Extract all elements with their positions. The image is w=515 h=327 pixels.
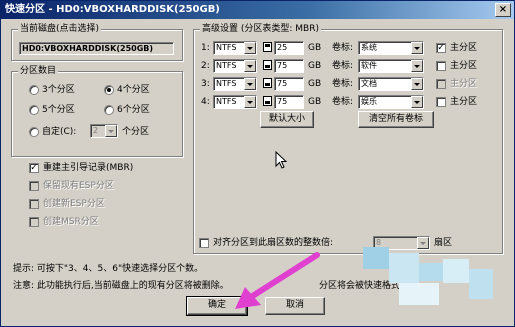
- row-4-primary-label: 主分区: [450, 97, 478, 107]
- row-1-primary-checkbox[interactable]: ✓: [436, 43, 446, 53]
- row-3-label-caption: 卷标:: [332, 79, 354, 89]
- annotation-arrow-icon: [231, 251, 321, 311]
- rebuild-mbr-checkbox[interactable]: ✓: [29, 163, 39, 173]
- radio-custom[interactable]: [29, 127, 39, 137]
- keep-esp-label: 保留现有ESP分区: [43, 181, 114, 191]
- row-1-label-caption: 卷标:: [332, 43, 354, 53]
- disk-size-icon: [263, 96, 272, 106]
- tip-text: 提示: 可按下"3、4、5、6"快速选择分区个数。: [13, 264, 204, 274]
- custom-count-suffix: 个分区: [122, 127, 150, 137]
- custom-count-select[interactable]: 2: [90, 124, 118, 138]
- row-1-filesystem-select[interactable]: NTFS: [213, 41, 257, 55]
- chevron-down-icon: [244, 96, 256, 108]
- create-esp-checkbox[interactable]: [29, 199, 39, 209]
- align-partitions-label: 对齐分区到此扇区数的整数倍:: [213, 238, 334, 248]
- title-bar: 快速分区 - HD0:VBOXHARDDISK(250GB) ×: [1, 1, 514, 19]
- blurred-region: [443, 259, 469, 283]
- chevron-down-icon: [411, 42, 423, 54]
- window-title: 快速分区 - HD0:VBOXHARDDISK(250GB): [5, 4, 220, 15]
- chevron-down-icon: [411, 60, 423, 72]
- row-4-filesystem-select[interactable]: NTFS: [213, 95, 257, 109]
- row-3-filesystem-select[interactable]: NTFS: [213, 77, 257, 91]
- row-1-volume-label-select[interactable]: 系统: [358, 41, 424, 55]
- row-3-volume-label-select[interactable]: 文档: [358, 77, 424, 91]
- radio-6-partitions[interactable]: [104, 105, 114, 115]
- clear-all-labels-button[interactable]: 清空所有卷标: [358, 111, 434, 128]
- row-3-size-unit: GB: [308, 79, 322, 89]
- chevron-down-icon: [417, 237, 429, 249]
- disk-size-icon: [263, 78, 272, 88]
- radio-3-partitions[interactable]: [29, 85, 39, 95]
- row-4-label-caption: 卷标:: [332, 97, 354, 107]
- radio-6-partitions-label: 6个分区: [117, 105, 150, 115]
- row-1-primary-label: 主分区: [450, 43, 478, 53]
- chevron-down-icon: [411, 78, 423, 90]
- row-2-primary-label: 主分区: [450, 61, 478, 71]
- row-3-primary-checkbox[interactable]: [436, 79, 446, 89]
- row-3-size-input[interactable]: 75: [274, 77, 304, 91]
- row-4-size-input[interactable]: 75: [274, 95, 304, 109]
- advanced-settings-legend: 高级设置 (分区表类型: MBR): [200, 23, 321, 35]
- row-4-index: 4:: [201, 97, 210, 107]
- row-4-volume-label-select[interactable]: 娱乐: [358, 95, 424, 109]
- row-4-primary-checkbox[interactable]: [436, 97, 446, 107]
- radio-5-partitions[interactable]: [29, 105, 39, 115]
- row-3-index: 3:: [201, 79, 210, 89]
- create-esp-label: 创建新ESP分区: [43, 199, 105, 209]
- warning-text: 注意: 此功能执行后,当前磁盘上的现有分区将被删除。: [13, 281, 229, 291]
- mouse-cursor-icon: [275, 150, 289, 171]
- blurred-region: [399, 283, 439, 305]
- current-disk-legend: 当前磁盘(点击选择): [18, 23, 102, 35]
- partition-count-legend: 分区数目: [18, 65, 59, 77]
- keep-esp-checkbox[interactable]: [29, 181, 39, 191]
- blurred-region: [389, 253, 419, 283]
- rebuild-mbr-label: 重建主引导记录(MBR): [43, 163, 134, 173]
- current-disk-field[interactable]: HD0:VBOXHARDDISK(250GB): [19, 42, 174, 55]
- close-button[interactable]: ×: [495, 3, 511, 17]
- disk-size-icon: [263, 60, 272, 70]
- radio-4-partitions[interactable]: [104, 85, 114, 95]
- radio-3-partitions-label: 3个分区: [42, 85, 75, 95]
- blurred-region: [419, 263, 443, 281]
- chevron-down-icon: [105, 125, 117, 137]
- row-2-size-input[interactable]: 75: [274, 59, 304, 73]
- chevron-down-icon: [244, 60, 256, 72]
- align-partitions-checkbox[interactable]: [199, 238, 209, 248]
- row-2-index: 2:: [201, 61, 210, 71]
- chevron-down-icon: [244, 78, 256, 90]
- row-1-size-input[interactable]: 25: [274, 41, 304, 55]
- row-1-index: 1:: [201, 43, 210, 53]
- radio-5-partitions-label: 5个分区: [42, 105, 75, 115]
- blurred-region: [469, 269, 493, 299]
- row-2-size-unit: GB: [308, 61, 322, 71]
- row-2-label-caption: 卷标:: [332, 61, 354, 71]
- row-1-size-unit: GB: [308, 43, 322, 53]
- chevron-down-icon: [411, 96, 423, 108]
- radio-custom-label: 自定(C):: [42, 127, 77, 137]
- align-sectors-unit: 扇区: [434, 238, 453, 248]
- row-2-primary-checkbox[interactable]: [436, 61, 446, 71]
- row-2-filesystem-select[interactable]: NTFS: [213, 59, 257, 73]
- create-msr-checkbox[interactable]: [29, 217, 39, 227]
- quick-partition-dialog: 快速分区 - HD0:VBOXHARDDISK(250GB) × 当前磁盘(点击…: [0, 0, 515, 327]
- row-4-size-unit: GB: [308, 97, 322, 107]
- disk-size-icon: [263, 42, 272, 52]
- row-3-primary-label: 主分区: [450, 79, 478, 89]
- row-2-volume-label-select[interactable]: 软件: [358, 59, 424, 73]
- radio-4-partitions-label: 4个分区: [117, 85, 150, 95]
- blurred-region: [363, 247, 389, 269]
- create-msr-label: 创建MSR分区: [43, 217, 99, 227]
- default-size-button[interactable]: 默认大小: [260, 111, 314, 128]
- chevron-down-icon: [244, 42, 256, 54]
